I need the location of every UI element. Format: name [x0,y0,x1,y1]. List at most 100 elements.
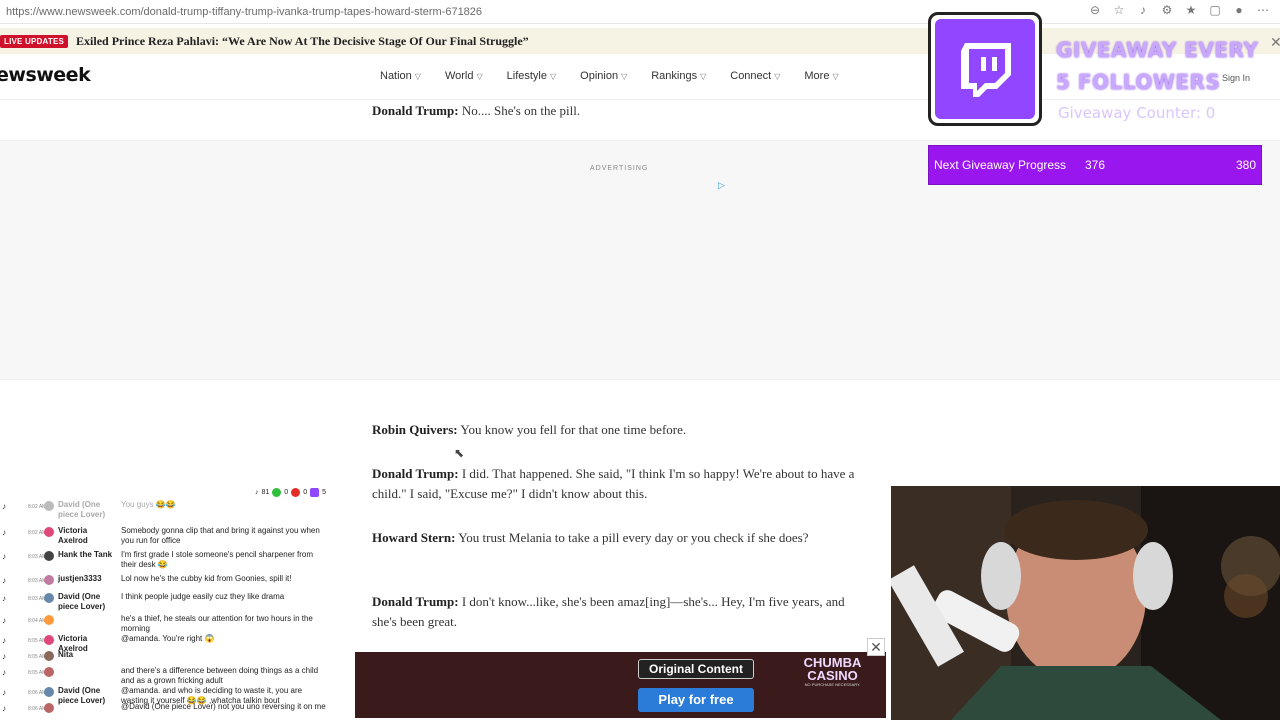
platform-icon: ♪ [2,576,6,585]
chat-username: justjen3333 [58,574,102,583]
close-ad-icon[interactable]: ✕ [867,638,885,656]
play-for-free-button[interactable]: Play for free [638,688,754,712]
avatar [44,687,54,697]
chevron-down-icon: ▽ [774,72,781,81]
collections-icon[interactable]: ▢ [1208,3,1222,17]
article-paragraph: Howard Stern: You trust Melania to take … [372,528,862,548]
quote-text: No.... She's on the pill. [458,103,581,118]
webcam-image [891,486,1280,720]
nav-item-rankings[interactable]: Rankings ▽ [651,70,706,82]
chat-message: ♪ 8:05 AM and there's a difference between… [0,666,328,688]
chat-text: I'm first grade I stole someone's pencil… [121,550,314,569]
quote-text: You know you fell for that one time befo… [457,422,687,437]
article-paragraph: Robin Quivers: You know you fell for tha… [372,420,862,440]
avatar [44,651,54,661]
mouse-cursor-icon: ⬉ [454,446,465,460]
chat-text: and there's a difference between doing t… [121,666,319,685]
chat-message: ♪ 8:04 AM he's a thief, he steals our atte… [0,614,328,636]
giveaway-progress-bar: Next Giveaway Progress 376 380 [928,145,1262,185]
speaker-name: Howard Stern: [372,530,456,545]
banner-headline[interactable]: Exiled Prince Reza Pahlavi: “We Are Now … [76,34,529,49]
ad-choices-icon[interactable]: ▷ [718,180,725,191]
avatar [44,615,54,625]
youtube-icon [291,488,301,497]
more-menu-icon[interactable]: ⋯ [1256,3,1270,17]
giveaway-title: GIVEAWAY EVERY 5 FOLLOWERS [1056,38,1259,94]
avatar [44,667,54,677]
twitch-icon [935,19,1035,119]
browser-address-bar[interactable]: https://www.newsweek.com/donald-trump-ti… [0,0,1280,24]
speaker-name: Donald Trump: [372,103,459,118]
chat-username: Hank the Tank [58,550,113,559]
close-icon[interactable]: ✕ [1270,34,1280,51]
platform-icon: ♪ [2,636,6,645]
nav-item-world[interactable]: World ▽ [445,70,483,82]
viewer-count-rumble: 0 [284,489,289,496]
browser-toolbar-icons: ⊖ ☆ ♪ ⚙ ★ ▢ ● ⋯ [1088,3,1270,17]
chat-message: ♪ 8:06 AM @David (One piece Lover) not you… [0,702,328,720]
platform-icon: ♪ [2,616,6,625]
avatar [44,635,54,645]
viewer-count-tiktok: 81 [261,489,270,496]
article-paragraph: Donald Trump: I don't know...like, she's… [372,592,862,632]
platform-icon: ♪ [2,704,6,713]
viewer-count-twitch: 5 [322,489,326,496]
speaker-name: Robin Quivers: [372,422,458,437]
url-text[interactable]: https://www.newsweek.com/donald-trump-ti… [0,6,482,18]
rumble-icon [272,488,282,497]
favorites-icon[interactable]: ★ [1184,3,1198,17]
chat-message: ♪ 8:02 AM David (One piece Lover) You guys … [0,500,328,522]
platform-icon: ♪ [2,502,6,511]
avatar [44,593,54,603]
chat-username: Nita [58,650,74,659]
nav-item-lifestyle[interactable]: Lifestyle ▽ [507,70,557,82]
nav-item-more[interactable]: More ▽ [804,70,838,82]
giveaway-counter: Giveaway Counter: 0 [1058,104,1216,122]
chevron-down-icon: ▽ [700,72,707,81]
nav-item-nation[interactable]: Nation ▽ [380,70,421,82]
chevron-down-icon: ▽ [550,72,557,81]
bottom-banner-ad[interactable]: Original Content Play for free CHUMBA CA… [355,652,886,718]
chat-username: David (One piece Lover) [58,500,106,519]
article-paragraph: Donald Trump: No.... She's on the pill. [372,101,862,121]
chat-username: David (One piece Lover) [58,592,106,611]
chevron-down-icon: ▽ [476,72,483,81]
nav-item-opinion[interactable]: Opinion ▽ [580,70,627,82]
chevron-down-icon: ▽ [414,72,421,81]
platform-icon: ♪ [2,552,6,561]
stream-chat: ♪ 81 0 0 5 ♪ 8:02 AM David (One piece Love… [0,486,328,720]
original-content-badge: Original Content [638,659,754,679]
favorite-star-icon[interactable]: ☆ [1112,3,1126,17]
chat-text: @David (One piece Lover) not you uno rev… [121,702,326,711]
avatar [44,551,54,561]
avatar [44,501,54,511]
avatar [44,703,54,713]
tiktok-icon: ♪ [254,489,259,496]
twitch-logo-frame [928,12,1042,126]
speaker-name: Donald Trump: [372,594,459,609]
newsweek-logo[interactable]: ewsweek [0,64,91,86]
chat-stats-bar: ♪ 81 0 0 5 [255,488,326,497]
platform-icon: ♪ [2,688,6,697]
chat-text: @amanda. You're right 😱 [121,634,215,643]
article-paragraph: Donald Trump: I did. That happened. She … [372,464,862,504]
chat-text: Somebody gonna clip that and bring it ag… [121,526,320,545]
advertising-label: ADVERTISING [590,165,649,172]
quote-text: You trust Melania to take a pill every d… [455,530,809,545]
chat-username: Victoria Axelrod [58,526,88,545]
chat-message: ♪ 8:02 AM Victoria Axelrod Somebody gonna c… [0,526,328,548]
profile-avatar-icon[interactable]: ● [1232,3,1246,17]
chat-message: ♪ 8:03 AM David (One piece Lover) I think p… [0,592,328,614]
nav-item-connect[interactable]: Connect ▽ [730,70,780,82]
platform-icon: ♪ [2,594,6,603]
platform-icon: ♪ [2,528,6,537]
avatar [44,575,54,585]
speaker-name: Donald Trump: [372,466,459,481]
avatar [44,527,54,537]
screen: https://www.newsweek.com/donald-trump-ti… [0,0,1280,720]
chat-text: Lol now he's the cubby kid from Goonies,… [121,574,292,583]
extensions-icon[interactable]: ⚙ [1160,3,1174,17]
bell-icon[interactable]: ♪ [1136,3,1150,17]
zoom-icon[interactable]: ⊖ [1088,3,1102,17]
main-nav: Nation ▽ World ▽ Lifestyle ▽ Opinion ▽ Ranki… [380,70,863,82]
